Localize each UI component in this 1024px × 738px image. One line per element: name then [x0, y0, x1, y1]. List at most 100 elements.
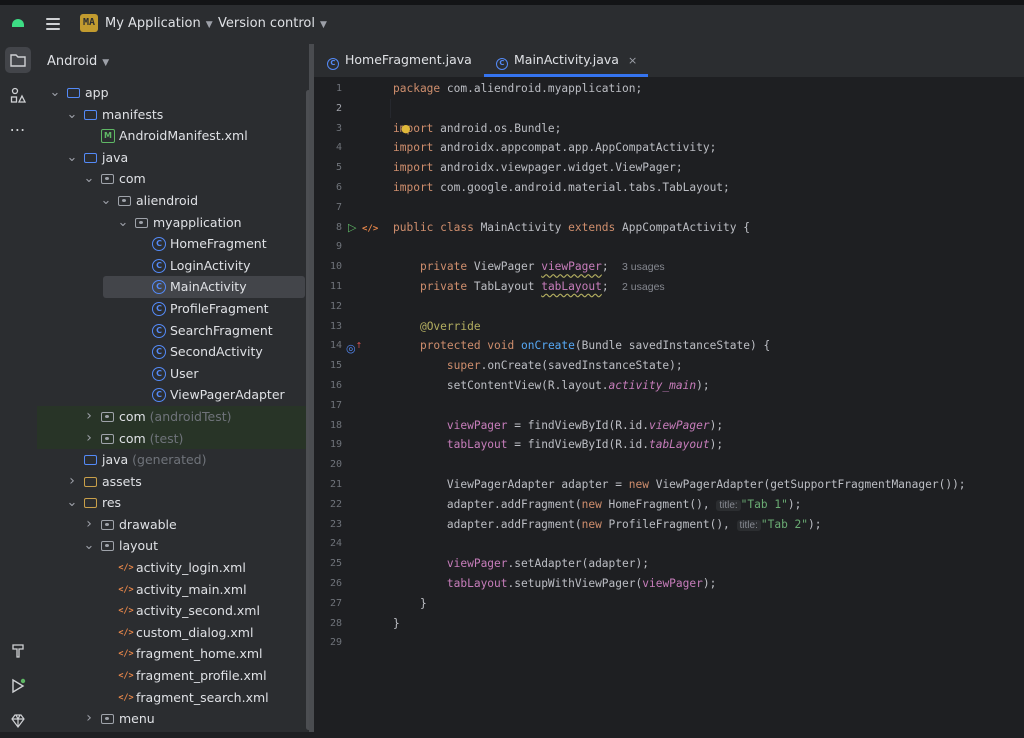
code-token: (Bundle savedInstanceState) {	[574, 339, 771, 353]
code-token: TabLayout	[473, 280, 542, 293]
tree-item[interactable]: ⌄ aliendroid	[37, 190, 313, 212]
intention-bulb-icon[interactable]: ●	[401, 119, 411, 139]
build-hammer-icon[interactable]	[5, 638, 31, 664]
tree-item[interactable]: ⌄ app	[37, 82, 313, 104]
tree-item[interactable]: C SecondActivity	[37, 341, 313, 363]
code-line: viewPager.setAdapter(adapter);	[393, 554, 649, 574]
code-token: tabLayout	[648, 438, 710, 452]
view-mode-label: Android	[47, 54, 98, 69]
gem-icon[interactable]	[5, 708, 31, 734]
project-menu[interactable]: My Application ▼	[103, 13, 215, 35]
structure-icon[interactable]	[5, 82, 31, 108]
chevron-right-icon[interactable]: ›	[83, 406, 95, 428]
layout-xml-icon[interactable]: </>	[362, 218, 378, 238]
chevron-down-icon[interactable]: ⌄	[83, 168, 95, 190]
vcs-menu[interactable]: Version control ▼	[216, 13, 329, 35]
code-token: package	[393, 82, 447, 95]
code-token: private	[419, 260, 474, 274]
tree-item[interactable]: </> custom_dialog.xml	[37, 622, 313, 644]
tree-item-label: User	[170, 365, 199, 381]
chevron-down-icon[interactable]: ⌄	[100, 190, 112, 212]
tab-mainactivity[interactable]: C MainActivity.java ×	[484, 44, 649, 77]
tree-item[interactable]: </> fragment_home.xml	[37, 643, 313, 665]
tree-item[interactable]: ⌄ layout	[37, 535, 313, 557]
line-number: 17	[329, 399, 342, 411]
chevron-right-icon[interactable]: ›	[83, 708, 95, 730]
view-mode-dropdown[interactable]: Android ▼	[47, 51, 109, 73]
tree-item[interactable]: C ProfileFragment	[37, 298, 313, 320]
tree-item[interactable]: › drawable	[37, 514, 313, 536]
code-token: );	[709, 418, 724, 432]
tree-item[interactable]: </> activity_second.xml	[37, 600, 313, 622]
tree-item[interactable]: ⌄ java	[37, 147, 313, 169]
tree-item[interactable]: </> activity_main.xml	[37, 579, 313, 601]
code-token: adapter.addFragment(	[393, 497, 582, 511]
line-number: 27	[329, 597, 342, 609]
chevron-right-icon[interactable]: ›	[66, 471, 78, 493]
class-icon: C	[152, 388, 166, 403]
tree-item[interactable]: </> fragment_search.xml	[37, 687, 313, 709]
tree-item[interactable]: › assets	[37, 471, 313, 493]
chevron-right-icon[interactable]: ›	[83, 428, 95, 450]
tree-item[interactable]: ⌄ res	[37, 492, 313, 514]
tree-item[interactable]: </> fragment_profile.xml	[37, 665, 313, 687]
tree-item-label: activity_main.xml	[136, 581, 247, 597]
more-tools-icon[interactable]: ⋯	[5, 117, 31, 143]
tree-item-label: SearchFragment	[170, 322, 273, 338]
tree-item[interactable]: C User	[37, 363, 313, 385]
tree-item[interactable]: ⌄ myapplication	[37, 212, 313, 234]
tree-item[interactable]: C HomeFragment	[37, 233, 313, 255]
chevron-down-icon[interactable]: ⌄	[117, 212, 129, 234]
tree-item[interactable]: ⌄ manifests	[37, 104, 313, 126]
tree-item[interactable]: ⌄ com	[37, 168, 313, 190]
run-icon[interactable]	[5, 673, 31, 699]
tab-homefragment[interactable]: C HomeFragment.java	[327, 44, 472, 77]
tree-item-label: fragment_home.xml	[136, 646, 263, 662]
close-tab-icon[interactable]: ×	[628, 54, 637, 67]
code-editor[interactable]: package com.aliendroid.myapplication; imp…	[391, 78, 1024, 732]
run-gutter-icon[interactable]: ▷	[348, 218, 356, 238]
tree-item[interactable]: java (generated)	[37, 449, 313, 471]
tree-item[interactable]: M AndroidManifest.xml	[37, 125, 313, 147]
xml-file-icon: </>	[118, 692, 134, 703]
package-icon	[101, 541, 114, 552]
package-icon	[101, 519, 114, 530]
tree-item[interactable]: C ViewPagerAdapter	[37, 384, 313, 406]
code-token: androidx.viewpager.widget.ViewPager;	[440, 161, 683, 175]
chevron-down-icon[interactable]: ⌄	[66, 104, 78, 126]
class-icon: C	[152, 301, 166, 316]
chevron-down-icon[interactable]: ⌄	[83, 535, 95, 557]
tree-item[interactable]: › com (test)	[37, 427, 313, 450]
main-menu-icon[interactable]	[46, 15, 60, 35]
code-token: ProfileFragment(),	[608, 517, 737, 531]
xml-file-icon: </>	[118, 584, 134, 595]
module-folder-icon	[84, 109, 97, 120]
code-token: protected void	[419, 339, 521, 353]
chevron-down-icon[interactable]: ⌄	[66, 492, 78, 514]
tree-item-suffix: (test)	[145, 430, 184, 446]
tree-item[interactable]: C SearchFragment	[37, 320, 313, 342]
chevron-down-icon[interactable]: ⌄	[49, 82, 61, 104]
tree-item-suffix: (androidTest)	[145, 408, 232, 424]
package-icon	[101, 714, 114, 725]
code-line: tabLayout.setupWithViewPager(viewPager);	[393, 574, 716, 594]
code-token: );	[696, 379, 710, 392]
override-icon[interactable]: ◎↑	[346, 336, 362, 356]
code-token: MainActivity	[480, 220, 569, 234]
manifest-icon: M	[101, 129, 115, 144]
module-folder-icon	[84, 152, 97, 163]
line-number: 19	[329, 439, 342, 451]
code-token: com.aliendroid.myapplication;	[446, 82, 643, 95]
chevron-down-icon[interactable]: ⌄	[66, 147, 78, 169]
tree-item[interactable]: </> activity_login.xml	[37, 557, 313, 579]
tree-item[interactable]: › menu	[37, 708, 313, 730]
project-folder-icon[interactable]	[5, 47, 31, 73]
chevron-right-icon[interactable]: ›	[83, 514, 95, 536]
code-token: viewPager	[642, 577, 703, 590]
tree-item[interactable]: › com (androidTest)	[37, 405, 313, 428]
tree-item[interactable]: C MainActivity	[37, 276, 313, 298]
tree-item[interactable]: C LoginActivity	[37, 255, 313, 277]
code-token: }	[393, 616, 400, 630]
code-token: viewPager	[648, 418, 710, 432]
